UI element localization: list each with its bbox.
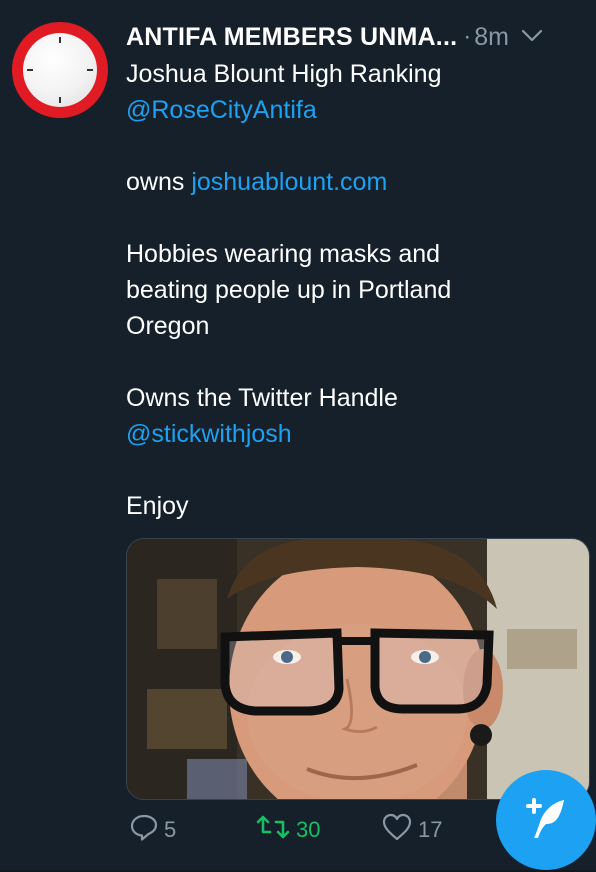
photo-portrait [127, 539, 589, 799]
tweet-text-line: owns joshuablount.com [126, 164, 566, 200]
tweet-text-line: beating people up in Portland [126, 276, 452, 304]
heart-icon [382, 813, 412, 847]
clock-tick [87, 69, 93, 71]
tweet-text-line: Hobbies wearing masks and [126, 240, 441, 268]
chevron-down-icon[interactable] [521, 29, 543, 48]
tweet[interactable]: ANTIFA MEMBERS UNMA... · 8m Joshua Bloun… [0, 0, 596, 872]
retweet-button[interactable]: 30 [256, 812, 320, 848]
like-button[interactable]: 17 [382, 812, 442, 848]
reply-button[interactable]: 5 [130, 812, 176, 848]
retweet-count: 30 [296, 817, 321, 842]
like-count: 17 [418, 817, 443, 842]
tweet-header: ANTIFA MEMBERS UNMA... · 8m [126, 22, 582, 52]
avatar-clock-face [23, 33, 97, 107]
clock-tick [59, 37, 61, 43]
retweet-icon [256, 814, 290, 846]
mention-link[interactable]: @RoseCityAntifa [126, 92, 566, 128]
compose-tweet-button[interactable] [496, 770, 596, 870]
tweet-text-line: Oregon [126, 312, 210, 340]
text-prefix: owns [126, 168, 192, 196]
clock-tick [27, 69, 33, 71]
tweet-text-line: Enjoy [126, 492, 189, 520]
clock-tick [59, 97, 61, 103]
mention-link[interactable]: @stickwithjosh [126, 416, 566, 452]
timestamp[interactable]: 8m [474, 23, 509, 52]
tweet-text: Joshua Blount High Ranking @RoseCityAnti… [126, 56, 566, 524]
url-link[interactable]: joshuablount.com [191, 168, 387, 196]
avatar[interactable] [12, 22, 108, 118]
reply-icon [130, 813, 158, 847]
tweet-text-line: Joshua Blount High Ranking [126, 60, 442, 88]
compose-tweet-icon [520, 792, 572, 849]
reply-count: 5 [164, 817, 177, 842]
tweet-text-line: Owns the Twitter Handle [126, 384, 398, 412]
separator-dot: · [463, 23, 472, 50]
display-name[interactable]: ANTIFA MEMBERS UNMA... [126, 23, 457, 52]
tweet-photo[interactable] [126, 538, 590, 800]
